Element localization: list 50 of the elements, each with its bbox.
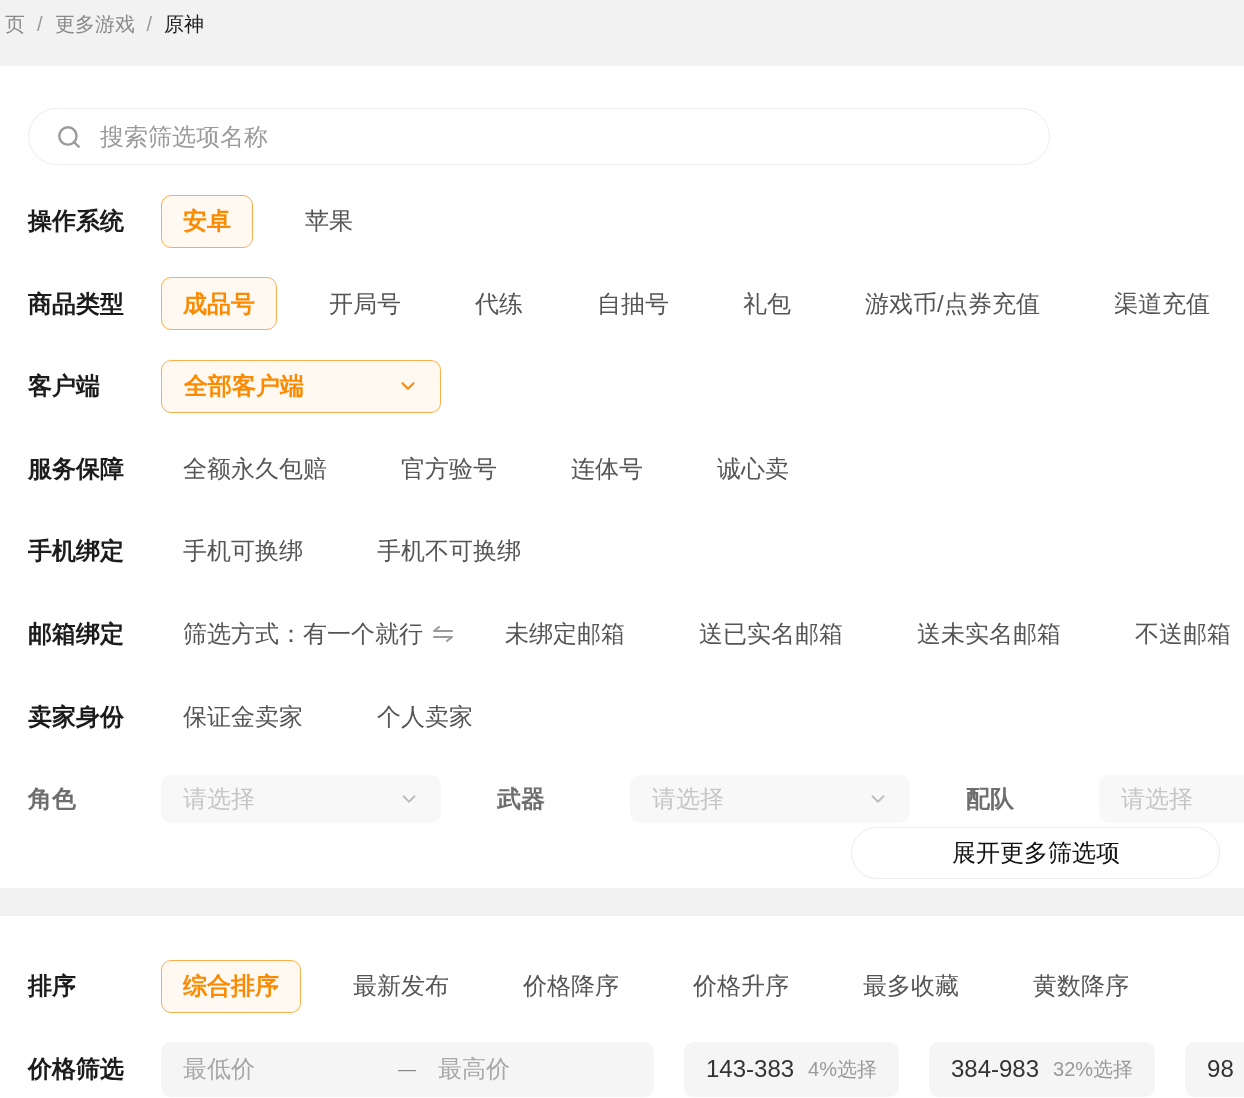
filter-label: 邮箱绑定	[28, 620, 124, 648]
filter-option[interactable]: 自抽号	[575, 277, 691, 331]
expand-more-filters-button[interactable]: 展开更多筛选项	[851, 826, 1220, 879]
filter-option[interactable]: 手机可换绑	[161, 524, 325, 578]
filter-option[interactable]: 最多收藏	[841, 959, 981, 1013]
filter-option[interactable]: 送未实名邮箱	[895, 607, 1083, 661]
filter-label: 配队	[966, 785, 1014, 813]
filter-label: 角色	[28, 785, 76, 813]
filter-option[interactable]: 官方验号	[379, 442, 519, 496]
breadcrumb-separator: /	[37, 12, 43, 37]
filter-option[interactable]: 送已实名邮箱	[677, 607, 865, 661]
min-price-input[interactable]: 最低价	[183, 1049, 398, 1090]
filter-option[interactable]: 代练	[453, 277, 545, 331]
max-price-input[interactable]: 最高价	[438, 1049, 638, 1090]
filter-option[interactable]: 未绑定邮箱	[483, 607, 647, 661]
breadcrumb-separator: /	[146, 12, 153, 37]
filter-label: 排序	[28, 972, 76, 1000]
filter-label: 客户端	[28, 372, 100, 400]
filter-option[interactable]: 保证金卖家	[161, 690, 325, 744]
filter-label: 武器	[497, 785, 545, 813]
search-input[interactable]: 搜索筛选项名称	[100, 118, 1049, 155]
filter-option[interactable]: 礼包	[721, 277, 813, 331]
price-preset-chip[interactable]: 98	[1185, 1041, 1244, 1097]
search-field[interactable]: 搜索筛选项名称	[28, 108, 1050, 165]
filter-mode-toggle[interactable]: 筛选方式：有一个就行	[161, 607, 453, 661]
range-dash: —	[398, 1057, 416, 1081]
filter-label: 卖家身份	[28, 702, 124, 730]
filter-option[interactable]: 最新发布	[331, 959, 471, 1013]
filter-option[interactable]: 手机不可换绑	[355, 524, 543, 578]
filter-label: 服务保障	[28, 454, 124, 482]
filter-option[interactable]: 不送邮箱	[1113, 607, 1244, 661]
filter-option[interactable]: 开局号	[307, 277, 423, 331]
filter-option[interactable]: 诚心卖	[695, 442, 811, 496]
filter-label: 手机绑定	[28, 537, 124, 565]
filter-option[interactable]: 渠道充值	[1091, 277, 1232, 331]
filter-option[interactable]: 苹果	[283, 194, 375, 248]
price-preset-chip[interactable]: 384-983 32%选择	[929, 1041, 1156, 1097]
filter-option[interactable]: 全额永久包赔	[161, 442, 349, 496]
filter-label: 商品类型	[28, 289, 124, 317]
search-icon	[56, 123, 82, 150]
filter-option[interactable]: 价格降序	[501, 959, 641, 1013]
filter-option[interactable]: 个人卖家	[355, 690, 495, 744]
filter-option[interactable]: 价格升序	[671, 959, 811, 1013]
filter-option[interactable]: 游戏币/点券充值	[843, 277, 1062, 331]
filter-label: 价格筛选	[28, 1055, 124, 1083]
filter-option[interactable]: 黄数降序	[1011, 959, 1151, 1013]
filter-label: 操作系统	[28, 207, 124, 235]
price-preset-chip[interactable]: 143-383 4%选择	[684, 1041, 899, 1097]
filter-option[interactable]: 连体号	[549, 442, 665, 496]
breadcrumb-current: 原神	[164, 12, 205, 37]
